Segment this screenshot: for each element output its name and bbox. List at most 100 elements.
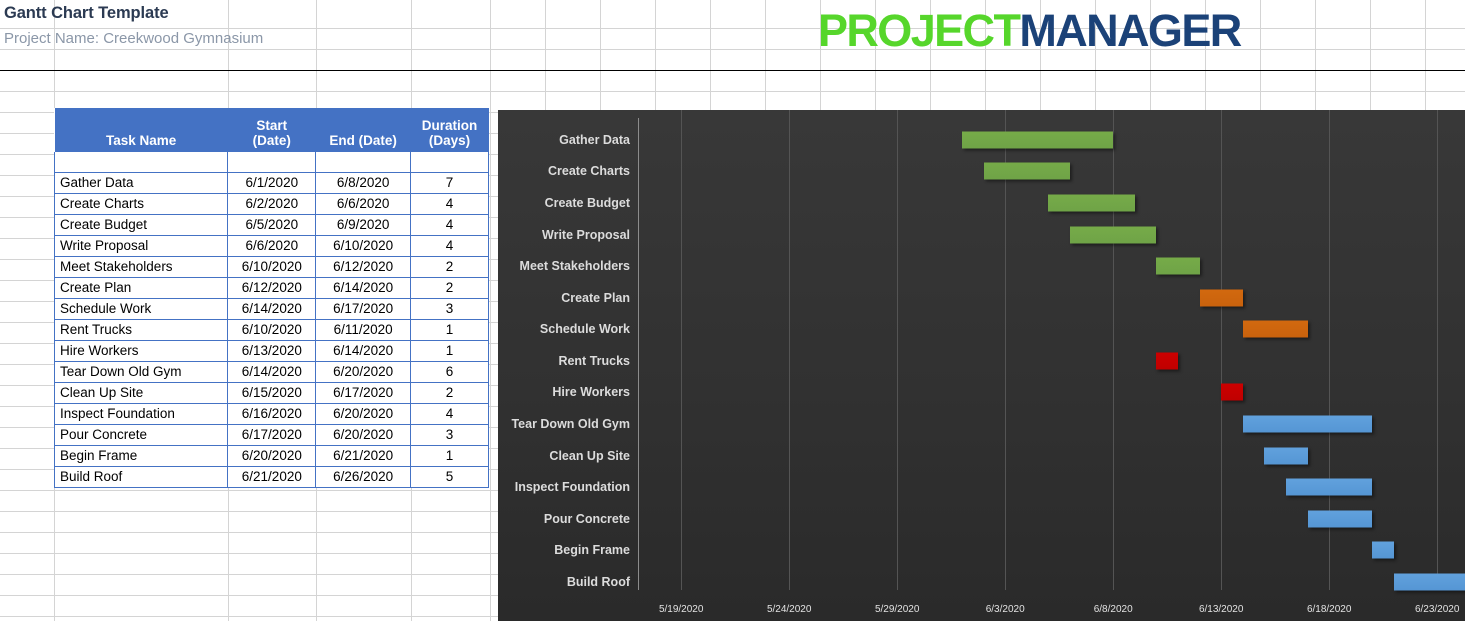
gantt-bar[interactable] [1199,289,1243,307]
cell-end-date[interactable]: 6/8/2020 [315,172,412,194]
cell-task-name[interactable]: Build Roof [53,466,229,488]
gantt-task-label: Create Charts [548,164,630,179]
gantt-bar[interactable] [1307,510,1373,528]
cell-start-date[interactable]: 6/6/2020 [227,235,317,257]
cell-start-date[interactable]: 6/5/2020 [227,214,317,236]
table-row[interactable]: Create Budget 6/5/2020 6/9/2020 4 [53,214,489,236]
cell-start-date[interactable]: 6/13/2020 [227,340,317,362]
cell-task-name[interactable]: Hire Workers [53,340,229,362]
cell-start-date[interactable]: 6/2/2020 [227,193,317,215]
cell-start-date[interactable]: 6/15/2020 [227,382,317,404]
cell-duration[interactable]: 1 [410,319,489,341]
column-header-end-date[interactable]: End (Date) [315,108,411,152]
cell-end-date[interactable]: 6/21/2020 [315,445,412,467]
cell-duration[interactable]: 2 [410,382,489,404]
gantt-bar[interactable] [1372,541,1394,559]
cell-task-name[interactable]: Meet Stakeholders [53,256,229,278]
cell-duration[interactable]: 4 [410,214,489,236]
cell-end-date[interactable]: 6/17/2020 [315,382,412,404]
cell-start-date[interactable]: 6/10/2020 [227,319,317,341]
cell-task-name[interactable]: Create Charts [53,193,229,215]
cell-start-date[interactable]: 6/20/2020 [227,445,317,467]
table-row[interactable]: Hire Workers 6/13/2020 6/14/2020 1 [53,340,489,362]
table-row[interactable]: Inspect Foundation 6/16/2020 6/20/2020 4 [53,403,489,425]
cell-end-date[interactable]: 6/20/2020 [315,424,412,446]
gantt-bar[interactable] [1242,320,1308,338]
gantt-bar[interactable] [1156,257,1200,275]
gantt-category-axis: Gather Data Create Charts Create Budget Wri… [498,110,638,590]
cell-duration[interactable]: 5 [410,466,489,488]
table-row[interactable]: Pour Concrete 6/17/2020 6/20/2020 3 [53,424,489,446]
cell-start-date[interactable]: 6/21/2020 [227,466,317,488]
table-row[interactable]: Create Charts 6/2/2020 6/6/2020 4 [53,193,489,215]
cell-end-date[interactable]: 6/11/2020 [315,319,412,341]
cell-duration[interactable]: 2 [410,256,489,278]
cell-task-name[interactable]: Create Budget [53,214,229,236]
gantt-bar[interactable] [1048,194,1135,212]
cell-duration[interactable]: 1 [410,445,489,467]
cell-duration[interactable]: 3 [410,298,489,320]
cell-start-date[interactable]: 6/12/2020 [227,277,317,299]
cell-task-name[interactable]: Create Plan [53,277,229,299]
cell-end-date[interactable]: 6/9/2020 [315,214,412,236]
cell-end-date[interactable]: 6/10/2020 [315,235,412,257]
cell-end-date[interactable]: 6/17/2020 [315,298,412,320]
cell-duration[interactable]: 6 [410,361,489,383]
cell-start-date[interactable]: 6/1/2020 [227,172,317,194]
cell-task-name[interactable]: Begin Frame [53,445,229,467]
table-row[interactable]: Clean Up Site 6/15/2020 6/17/2020 2 [53,382,489,404]
cell-task-name[interactable]: Write Proposal [53,235,229,257]
table-row[interactable]: Meet Stakeholders 6/10/2020 6/12/2020 2 [53,256,489,278]
cell-end-date[interactable]: 6/20/2020 [315,403,412,425]
cell-start-date[interactable]: 6/14/2020 [227,298,317,320]
table-row[interactable]: Gather Data 6/1/2020 6/8/2020 7 [53,172,489,194]
table-row[interactable]: Rent Trucks 6/10/2020 6/11/2020 1 [53,319,489,341]
col-start-line1: Start [256,118,288,133]
gantt-bar[interactable] [962,131,1114,149]
cell-duration[interactable]: 7 [410,172,489,194]
cell-end-date[interactable]: 6/12/2020 [315,256,412,278]
table-row[interactable]: Write Proposal 6/6/2020 6/10/2020 4 [53,235,489,257]
cell-start-date[interactable]: 6/17/2020 [227,424,317,446]
cell-task-name[interactable]: Inspect Foundation [53,403,229,425]
gantt-bar[interactable] [1070,226,1157,244]
gantt-bar[interactable] [1394,573,1465,591]
gantt-bar[interactable] [983,162,1070,180]
grid-row-line [0,91,1465,92]
table-row[interactable]: Schedule Work 6/14/2020 6/17/2020 3 [53,298,489,320]
cell-duration[interactable]: 1 [410,340,489,362]
cell-start-date[interactable]: 6/16/2020 [227,403,317,425]
table-row[interactable]: Build Roof 6/21/2020 6/26/2020 5 [53,466,489,488]
column-header-task-name[interactable]: Task Name [54,108,228,152]
column-header-duration[interactable]: Duration (Days) [410,108,489,152]
cell-duration[interactable]: 4 [410,193,489,215]
table-row[interactable]: Create Plan 6/12/2020 6/14/2020 2 [53,277,489,299]
cell-duration[interactable]: 4 [410,235,489,257]
gantt-bar[interactable] [1286,478,1373,496]
gantt-bar[interactable] [1156,352,1178,370]
gantt-bar[interactable] [1264,447,1308,465]
column-header-start-date[interactable]: Start (Date) [227,108,316,152]
cell-duration[interactable]: 4 [410,403,489,425]
cell-start-date[interactable]: 6/14/2020 [227,361,317,383]
cell-end-date[interactable]: 6/20/2020 [315,361,412,383]
gantt-bar[interactable] [1221,383,1243,401]
cell-end-date[interactable]: 6/14/2020 [315,340,412,362]
cell-start-date[interactable]: 6/10/2020 [227,256,317,278]
gantt-bar[interactable] [1242,415,1373,433]
cell-task-name[interactable]: Schedule Work [53,298,229,320]
table-row[interactable]: Begin Frame 6/20/2020 6/21/2020 1 [53,445,489,467]
cell-task-name[interactable]: Rent Trucks [53,319,229,341]
spacer-cell [53,152,229,173]
table-row[interactable]: Tear Down Old Gym 6/14/2020 6/20/2020 6 [53,361,489,383]
cell-task-name[interactable]: Clean Up Site [53,382,229,404]
cell-task-name[interactable]: Pour Concrete [53,424,229,446]
cell-end-date[interactable]: 6/14/2020 [315,277,412,299]
cell-duration[interactable]: 3 [410,424,489,446]
cell-duration[interactable]: 2 [410,277,489,299]
cell-end-date[interactable]: 6/6/2020 [315,193,412,215]
cell-task-name[interactable]: Gather Data [53,172,229,194]
cell-task-name[interactable]: Tear Down Old Gym [53,361,229,383]
chart-gridline [897,110,899,590]
cell-end-date[interactable]: 6/26/2020 [315,466,412,488]
